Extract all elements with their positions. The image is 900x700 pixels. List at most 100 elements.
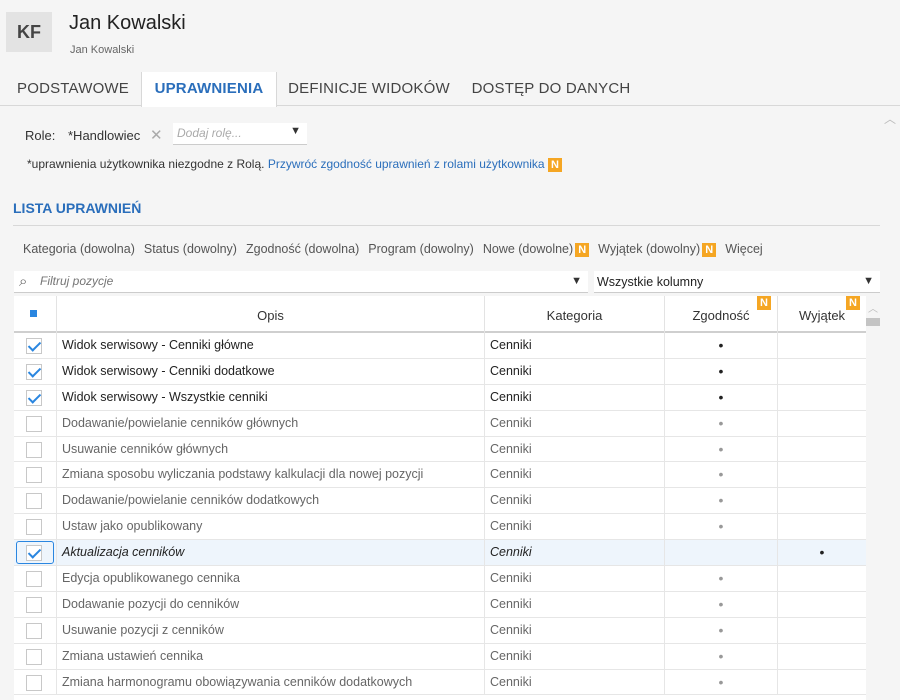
cell-zgodnosc: • (665, 436, 778, 463)
column-header-opis[interactable]: Opis (57, 296, 485, 333)
role-chip: *Handlowiec (68, 128, 141, 143)
tab-podstawowe[interactable]: PODSTAWOWE (8, 72, 138, 106)
table-row[interactable]: Zmiana ustawień cennika Cenniki • (14, 643, 866, 670)
row-checkbox[interactable] (26, 519, 42, 536)
filter-1[interactable]: Status (dowolny) (144, 242, 237, 256)
roles-note: *uprawnienia użytkownika niezgodne z Rol… (27, 157, 562, 172)
row-checkbox[interactable] (26, 415, 42, 432)
columns-select[interactable]: Wszystkie kolumny ▼ (594, 271, 880, 293)
cell-zgodnosc: • (665, 591, 778, 618)
filter-label: Program (dowolny) (368, 242, 474, 256)
cell-opis: Usuwanie pozycji z cenników (57, 617, 485, 644)
row-checkbox[interactable] (26, 338, 42, 354)
cell-zgodnosc (665, 540, 778, 567)
filter-2[interactable]: Zgodność (dowolna) (246, 242, 359, 256)
row-checkbox[interactable] (26, 622, 42, 639)
cell-wyjatek (778, 437, 866, 463)
cell-zgodnosc: • (665, 410, 778, 437)
row-checkbox[interactable] (26, 674, 42, 691)
cell-wyjatek (778, 618, 866, 644)
table-row[interactable]: Zmiana harmonogramu obowiązywania cennik… (14, 669, 866, 696)
table-row[interactable]: Dodawanie/powielanie cenników dodatkowyc… (14, 488, 866, 515)
cell-kategoria: Cenniki (485, 384, 665, 411)
new-badge: N (575, 242, 590, 257)
collapse-icon[interactable]: ︿ (884, 110, 896, 127)
cell-kategoria: Cenniki (485, 566, 665, 592)
table-row[interactable]: Widok serwisowy - Cenniki dodatkowe Cenni… (14, 358, 866, 385)
table-row[interactable]: Dodawanie/powielanie cenników głównych Ce… (14, 410, 866, 437)
row-checkbox-cell (14, 514, 57, 541)
tab-definicje-widokow[interactable]: DEFINICJE WIDOKÓW (280, 72, 458, 106)
divider (13, 225, 880, 226)
cell-zgodnosc: • (665, 566, 778, 592)
row-checkbox[interactable] (26, 389, 42, 406)
row-checkbox[interactable] (26, 493, 42, 510)
cell-kategoria: Cenniki (485, 617, 665, 644)
row-checkbox-cell (14, 643, 57, 670)
select-all-indicator (30, 310, 37, 317)
cell-opis: Dodawanie pozycji do cenników (57, 591, 485, 618)
row-checkbox-cell (14, 384, 57, 411)
filter-label: Zgodność (dowolna) (245, 242, 360, 256)
table-row[interactable]: Usuwanie cenników głównych Cenniki • (14, 436, 866, 463)
column-header-wyjatek[interactable]: Wyjątek N (778, 296, 866, 333)
row-checkbox[interactable] (26, 467, 42, 484)
table-row[interactable]: Ustaw jako opublikowany Cenniki • (14, 514, 866, 541)
row-checkbox[interactable] (26, 363, 42, 380)
column-header-zgodnosc[interactable]: Zgodność N (665, 296, 778, 333)
filter-3[interactable]: Program (dowolny) (368, 242, 474, 256)
select-all-checkbox[interactable] (14, 296, 57, 333)
table-row[interactable]: Edycja opublikowanego cennika Cenniki • (14, 566, 866, 592)
cell-opis: Dodawanie/powielanie cenników dodatkowyc… (57, 488, 485, 515)
chevron-down-icon[interactable]: ▼ (571, 275, 582, 287)
cell-kategoria: Cenniki (485, 410, 665, 437)
row-checkbox[interactable] (26, 441, 42, 458)
add-role-dropdown[interactable]: Dodaj rolę... ▼ (173, 123, 307, 145)
cell-zgodnosc: • (665, 358, 778, 385)
filter-search-input[interactable] (40, 274, 570, 288)
row-checkbox-cell (14, 566, 57, 592)
filter-label: Nowe (dowolne) (482, 242, 574, 256)
cell-wyjatek (778, 333, 866, 359)
filter-label: Kategoria (dowolna) (23, 242, 135, 256)
cell-kategoria: Cenniki (485, 514, 665, 541)
table-row[interactable]: Zmiana sposobu wyliczania podstawy kalku… (14, 462, 866, 489)
remove-role-icon[interactable]: ✕ (150, 126, 163, 144)
table-body: Widok serwisowy - Cenniki główne Cenniki •… (14, 333, 866, 696)
cell-opis: Dodawanie/powielanie cenników głównych (57, 410, 485, 437)
filter-label: Wyjątek (dowolny) (598, 242, 701, 256)
table-row[interactable]: Dodawanie pozycji do cenników Cenniki • (14, 591, 866, 618)
table-row[interactable]: Widok serwisowy - Cenniki główne Cenniki • (14, 333, 866, 359)
column-header-kategoria[interactable]: Kategoria (485, 296, 665, 333)
cell-zgodnosc: • (665, 669, 778, 696)
filter-search[interactable]: ⌕ ▼ (14, 271, 588, 293)
cell-zgodnosc: • (665, 643, 778, 670)
row-checkbox[interactable] (26, 571, 42, 588)
filter-6[interactable]: Więcej (725, 242, 763, 256)
scrollbar-thumb[interactable] (866, 318, 880, 326)
column-header-label: Zgodność (692, 308, 750, 323)
cell-opis: Zmiana sposobu wyliczania podstawy kalku… (57, 462, 485, 489)
tab-dostep-do-danych[interactable]: DOSTĘP DO DANYCH (462, 72, 640, 106)
row-checkbox-cell (14, 462, 57, 489)
tab-uprawnienia[interactable]: UPRAWNIENIA (141, 72, 277, 107)
row-checkbox-cell (14, 436, 57, 463)
table-row[interactable]: Widok serwisowy - Wszystkie cenniki Cenni… (14, 384, 866, 411)
restore-compliance-link[interactable]: Przywróć zgodność uprawnień z rolami uży… (268, 157, 545, 171)
table-row[interactable]: Usuwanie pozycji z cenników Cenniki • (14, 617, 866, 644)
search-icon: ⌕ (19, 273, 28, 290)
row-checkbox[interactable] (26, 648, 42, 665)
row-checkbox-cell (14, 669, 57, 696)
filter-4[interactable]: Nowe (dowolne) N (482, 242, 590, 257)
row-checkbox[interactable] (26, 596, 42, 613)
row-checkbox[interactable] (26, 545, 42, 562)
cell-wyjatek (778, 385, 866, 411)
column-header-label: Opis (257, 308, 284, 323)
cell-wyjatek (778, 359, 866, 385)
cell-opis: Zmiana ustawień cennika (57, 643, 485, 670)
user-subtitle: Jan Kowalski (70, 44, 135, 56)
scroll-up-icon[interactable]: ︿ (868, 300, 878, 315)
filter-5[interactable]: Wyjątek (dowolny) N (598, 242, 717, 257)
table-row[interactable]: Aktualizacja cenników Cenniki • (14, 540, 866, 567)
filter-0[interactable]: Kategoria (dowolna) (23, 242, 135, 256)
